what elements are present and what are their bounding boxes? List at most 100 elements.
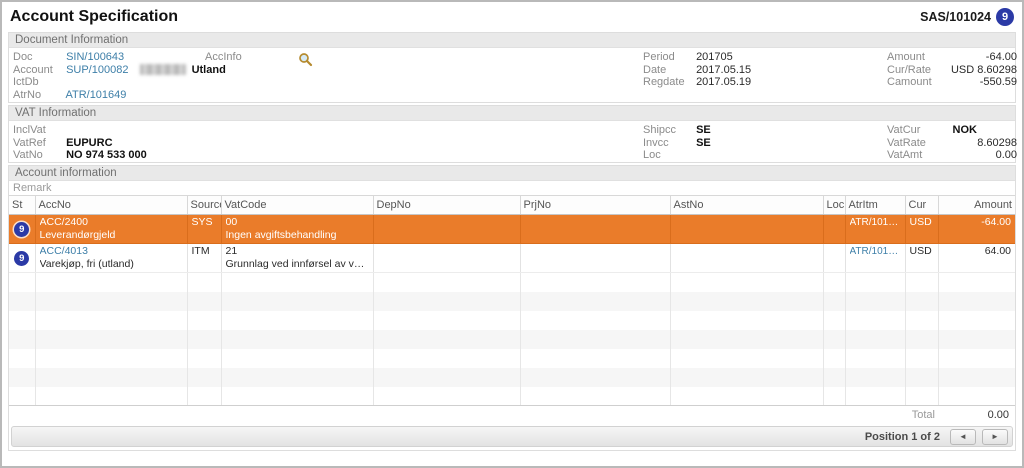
pagination-bar: Position 1 of 2 ◄ ► [11, 426, 1013, 447]
account-name-suffix: Utland [192, 64, 226, 76]
cur-value: USD [910, 216, 934, 229]
field-vatref: VatRef EUPURC [13, 137, 313, 150]
reference-number: SAS/101024 [920, 10, 991, 24]
account-information-header: Account information [9, 166, 1015, 181]
vat-information-header: VAT Information [9, 106, 1015, 121]
field-doc: Doc SIN/100643 [13, 51, 313, 64]
atrno-label: AtrNo [13, 89, 63, 102]
ictdb-label: IctDb [13, 76, 63, 89]
status-badge: 9 [996, 8, 1014, 26]
vat-fields-middle: Shipcc SE Invcc SE Loc [643, 124, 873, 162]
field-shipcc: Shipcc SE [643, 124, 873, 137]
total-row: Total 0.00 [9, 406, 1015, 424]
vat-information-panel: VAT Information InclVat VatRef EUPURC Va… [8, 105, 1016, 163]
field-regdate: Regdate 2017.05.19 [643, 76, 873, 89]
loc-label: Loc [643, 149, 693, 162]
empty-row [9, 349, 1015, 368]
accinfo-label: AccInfo [205, 51, 242, 63]
vatamt-value: 0.00 [941, 149, 1017, 162]
amount-value: -64.00 [941, 51, 1017, 64]
previous-position-button[interactable]: ◄ [950, 429, 976, 445]
vat-fields-left: InclVat VatRef EUPURC VatNo NO 974 533 0… [13, 124, 313, 162]
total-label: Total [912, 409, 935, 421]
account-lines-table: St AccNo Source VatCode DepNo PrjNo AstN… [9, 195, 1015, 406]
account-link[interactable]: SUP/100082 [66, 64, 128, 76]
period-label: Period [643, 51, 693, 64]
doc-link[interactable]: SIN/100643 [66, 51, 124, 63]
field-ictdb: IctDb [13, 76, 313, 89]
atritm-link[interactable]: ATR/101649-7 [850, 245, 901, 258]
col-cur: Cur [905, 196, 938, 215]
document-information-panel: Document Information Doc SIN/100643 Acco… [8, 32, 1016, 103]
next-position-button[interactable]: ► [982, 429, 1008, 445]
vatcode-desc: Ingen avgiftsbehandling [226, 229, 369, 242]
doc-label: Doc [13, 51, 63, 64]
accno-link[interactable]: ACC/4013 [40, 245, 183, 258]
empty-row [9, 368, 1015, 387]
vatno-label: VatNo [13, 149, 63, 162]
document-information-header: Document Information [9, 33, 1015, 48]
regdate-value: 2017.05.19 [696, 76, 751, 88]
field-invcc: Invcc SE [643, 137, 873, 150]
table-row[interactable]: 9 ACC/4013 Varekjøp, fri (utland) ITM 21… [9, 244, 1015, 273]
accno-link[interactable]: ACC/2400 [40, 216, 183, 229]
col-loc: Loc [823, 196, 845, 215]
amount-label: Amount [887, 51, 941, 64]
atrno-link[interactable]: ATR/101649 [65, 89, 126, 101]
field-period: Period 201705 [643, 51, 873, 64]
doc-fields-middle: Period 201705 Date 2017.05.15 Regdate 20… [643, 51, 873, 89]
vatrate-value: 8.60298 [941, 137, 1017, 150]
empty-row [9, 330, 1015, 349]
arrow-left-icon: ◄ [959, 432, 967, 441]
atritm-link[interactable]: ATR/101649-5 [850, 216, 901, 229]
vatrate-label: VatRate [887, 137, 941, 150]
prjno-cell [520, 244, 670, 273]
astno-cell [670, 215, 823, 244]
invcc-value: SE [696, 137, 711, 149]
vatcur-value: NOK [941, 124, 1017, 137]
doc-fields-right: Amount -64.00 Cur/Rate USD 8.60298 Camou… [887, 51, 1017, 89]
arrow-right-icon: ► [991, 432, 999, 441]
row-status-badge: 9 [14, 251, 29, 266]
account-name: Varekjøp, fri (utland) [40, 258, 183, 271]
currate-value: USD 8.60298 [941, 64, 1017, 77]
field-vatcur: VatCur NOK [887, 124, 1017, 137]
col-atritm: AtrItm [845, 196, 905, 215]
vatamt-label: VatAmt [887, 149, 941, 162]
camount-value: -550.59 [941, 76, 1017, 89]
vatno-value: NO 974 533 000 [66, 149, 147, 161]
document-reference: SAS/101024 9 [920, 8, 1014, 26]
position-label: Position 1 of 2 [865, 431, 940, 443]
period-value: 201705 [696, 51, 733, 63]
inclvat-label: InclVat [13, 124, 63, 137]
amount-value: 64.00 [943, 245, 1012, 258]
total-value: 0.00 [935, 409, 1015, 421]
redacted-account-name [140, 64, 186, 75]
col-astno: AstNo [670, 196, 823, 215]
shipcc-label: Shipcc [643, 124, 693, 137]
col-source: Source [187, 196, 221, 215]
vatcode-value: 00 [226, 216, 369, 229]
table-row-selected[interactable]: 9 ACC/2400 Leverandørgjeld SYS 00 Ingen … [9, 215, 1015, 244]
camount-label: Camount [887, 76, 941, 89]
vatcur-label: VatCur [887, 124, 941, 137]
field-vatrate: VatRate 8.60298 [887, 137, 1017, 150]
col-accno: AccNo [35, 196, 187, 215]
loc-cell [823, 215, 845, 244]
vatcode-value: 21 [226, 245, 369, 258]
account-information-panel: Account information Remark St AccNo Sour… [8, 165, 1016, 451]
vat-fields-right: VatCur NOK VatRate 8.60298 VatAmt 0.00 [887, 124, 1017, 162]
row-status-badge: 9 [14, 222, 29, 237]
account-name: Leverandørgjeld [40, 229, 183, 242]
invcc-label: Invcc [643, 137, 693, 150]
col-amount: Amount [938, 196, 1015, 215]
title-bar: Account Specification SAS/101024 9 [2, 2, 1022, 30]
regdate-label: Regdate [643, 76, 693, 89]
field-camount: Camount -550.59 [887, 76, 1017, 89]
empty-row [9, 273, 1015, 292]
col-st: St [9, 196, 35, 215]
col-prjno: PrjNo [520, 196, 670, 215]
depno-cell [373, 215, 520, 244]
accinfo-field: AccInfo [205, 51, 242, 63]
accinfo-search-button[interactable] [298, 52, 313, 70]
